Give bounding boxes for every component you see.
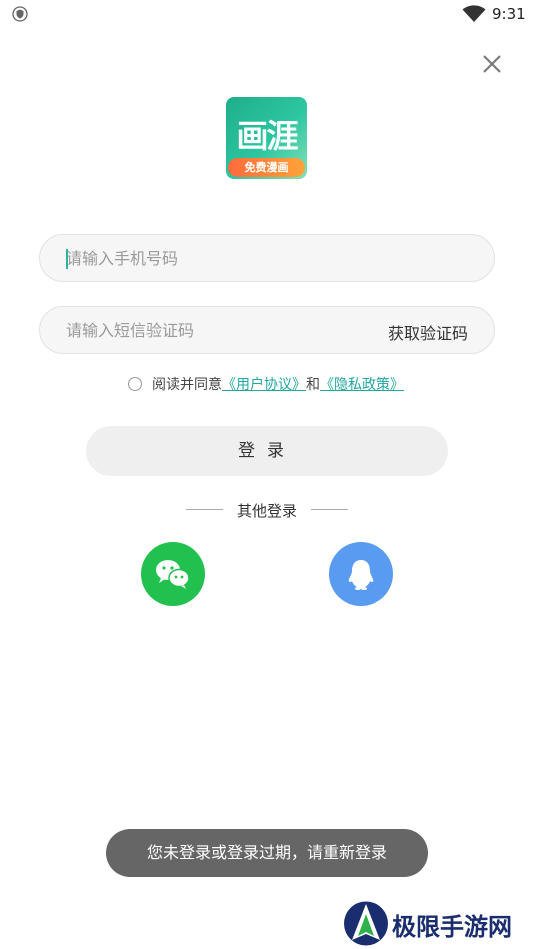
phone-field[interactable] xyxy=(39,234,495,282)
user-agreement-link[interactable]: 《用户协议》 xyxy=(222,377,306,393)
watermark-logo-icon xyxy=(344,901,388,946)
wechat-icon xyxy=(156,560,190,589)
shield-icon xyxy=(12,6,28,22)
wechat-login-button[interactable] xyxy=(141,542,205,606)
text-caret xyxy=(66,249,68,269)
close-icon[interactable] xyxy=(478,50,506,78)
toast-message: 您未登录或登录过期，请重新登录 xyxy=(106,829,428,877)
logo-title: 画涯 xyxy=(236,117,298,155)
agreement-row: 阅读并同意《用户协议》和《隐私政策》 xyxy=(128,374,404,394)
app-logo: 画涯 免费漫画 xyxy=(226,97,307,179)
other-login-title: 其他登录 xyxy=(236,502,297,520)
get-code-button[interactable]: 获取验证码 xyxy=(388,320,468,344)
status-bar: 9:31 xyxy=(0,0,534,30)
code-field[interactable]: 获取验证码 xyxy=(39,306,495,354)
sms-code-input[interactable] xyxy=(66,307,366,353)
qq-login-button[interactable] xyxy=(329,542,393,606)
agree-prefix: 阅读并同意 xyxy=(152,377,222,393)
watermark-text: 极限手游网 xyxy=(392,912,512,941)
login-button[interactable]: 登录 xyxy=(86,426,448,476)
wifi-icon xyxy=(462,5,486,22)
divider-line xyxy=(311,509,348,510)
agree-radio[interactable] xyxy=(128,377,142,391)
status-time: 9:31 xyxy=(492,5,526,23)
logo-tagline: 免费漫画 xyxy=(228,158,305,177)
phone-input[interactable] xyxy=(66,235,366,281)
agree-and: 和 xyxy=(306,377,320,393)
other-login-divider: 其他登录 xyxy=(186,500,348,520)
watermark: 极限手游网 xyxy=(342,900,532,947)
privacy-policy-link[interactable]: 《隐私政策》 xyxy=(320,377,404,393)
qq-icon xyxy=(348,560,374,590)
